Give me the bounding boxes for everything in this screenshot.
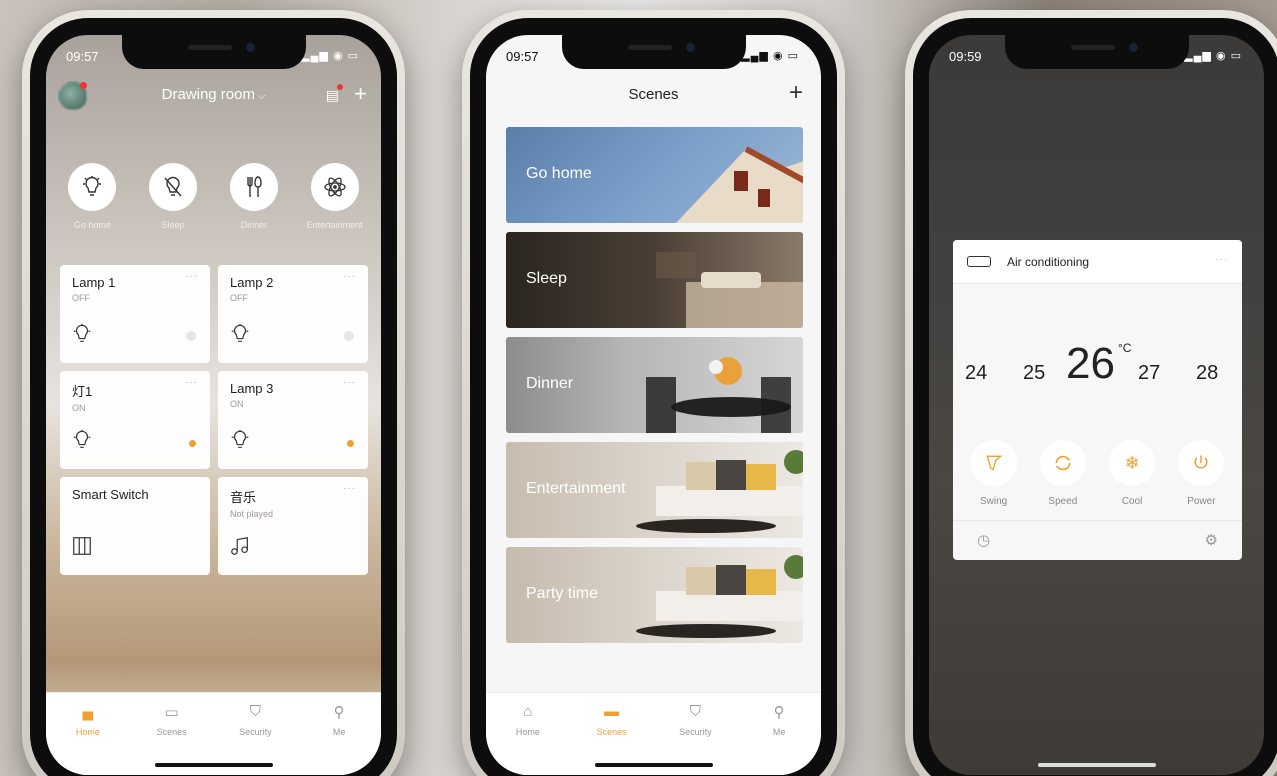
speed-icon (1039, 440, 1086, 486)
more-icon[interactable]: ··· (343, 271, 356, 282)
add-icon[interactable]: + (789, 79, 803, 107)
status-time: 09:59 (949, 49, 982, 64)
bulb-icon (229, 323, 251, 351)
tab-home[interactable]: ▄ Home (53, 703, 123, 775)
air-conditioner-icon (967, 256, 991, 267)
message-icon[interactable]: ▤ (326, 84, 343, 104)
more-icon[interactable]: ··· (185, 377, 198, 388)
ac-card-footer: ◷ ⚙ (953, 520, 1242, 560)
speed-button[interactable]: Speed (1033, 440, 1093, 507)
device-card-music[interactable]: 音乐 Not played ··· (218, 477, 368, 575)
swing-button[interactable]: Swing (964, 440, 1024, 507)
bulb-icon (71, 429, 93, 457)
snowflake-icon: ❄ (1109, 440, 1156, 486)
page-title: Scenes (628, 86, 679, 103)
shield-icon: ⛉ (249, 703, 261, 720)
atom-icon (310, 163, 359, 211)
device-grid: Lamp 1 OFF ··· Lamp 2 OFF ··· 灯1 ON ··· (60, 265, 368, 575)
person-icon: ⚲ (773, 704, 785, 721)
temp-option[interactable]: 28 (1196, 362, 1218, 385)
home-icon: ⌂ (523, 703, 533, 720)
more-icon[interactable]: ··· (343, 483, 356, 494)
ac-screen: 09:59 ▂▄▆ ◉ ▭ Air conditioning ··· 24 25… (929, 35, 1264, 775)
scenes-screen: 09:57 ▂▄▆ ◉ ▭ Scenes + Go home Sleep Din… (486, 35, 821, 775)
tab-me[interactable]: ⚲ Me (744, 703, 814, 775)
device-card-lamp-3[interactable]: Lamp 3 ON ··· (218, 371, 368, 469)
temp-current: 26 (1066, 339, 1115, 388)
bulb-icon (68, 163, 117, 211)
chevron-down-icon: ⌵ (255, 91, 266, 102)
scenes-icon: ▬ (604, 703, 620, 720)
power-indicator[interactable] (189, 440, 196, 447)
switch-panel-icon (71, 535, 93, 563)
more-icon[interactable]: ··· (1215, 254, 1228, 265)
scene-entertainment[interactable]: Entertainment (296, 163, 374, 230)
scene-go-home[interactable]: Go home (53, 163, 131, 230)
swing-icon (970, 440, 1017, 486)
clock-icon[interactable]: ◷ (977, 531, 990, 549)
device-name: Air conditioning (1007, 255, 1090, 269)
power-indicator[interactable] (347, 440, 354, 447)
device-card-smart-switch[interactable]: Smart Switch (60, 477, 210, 575)
temp-option[interactable]: 25 (1023, 362, 1045, 385)
home-screen: 09:57 ▂▄▆ ◉ ▭ Drawing room ⌵ ▤ + Go home (46, 35, 381, 775)
scene-sleep[interactable]: Sleep (134, 163, 212, 230)
scenes-icon: ▭ (164, 704, 179, 721)
scene-card-entertainment[interactable]: Entertainment (506, 442, 803, 538)
home-indicator[interactable] (1037, 763, 1156, 767)
scene-list: Go home Sleep Dinner Entertainment Party… (506, 127, 803, 652)
music-note-icon (229, 535, 251, 563)
scene-card-go-home[interactable]: Go home (506, 127, 803, 223)
home-header: Drawing room ⌵ ▤ + (46, 75, 381, 115)
phone-home: 09:57 ▂▄▆ ◉ ▭ Drawing room ⌵ ▤ + Go home (22, 10, 405, 776)
signal-icon: ▂▄▆ ◉ ▭ (1184, 50, 1242, 62)
person-icon: ⚲ (333, 704, 345, 721)
power-indicator[interactable] (186, 331, 196, 341)
bulb-icon (71, 323, 93, 351)
scene-shortcuts: Go home Sleep Dinner Entertainment (46, 163, 381, 230)
tab-me[interactable]: ⚲ Me (304, 703, 374, 775)
status-time: 09:57 (66, 49, 99, 64)
device-card-lamp-1[interactable]: Lamp 1 OFF ··· (60, 265, 210, 363)
power-indicator[interactable] (344, 331, 354, 341)
status-time: 09:57 (506, 49, 539, 64)
ac-controls: Swing Speed ❄ Cool Power (953, 440, 1242, 507)
device-card-light-1[interactable]: 灯1 ON ··· (60, 371, 210, 469)
tab-home[interactable]: ⌂ Home (493, 703, 563, 775)
phone-air-conditioning: 09:59 ▂▄▆ ◉ ▭ Air conditioning ··· 24 25… (905, 10, 1277, 776)
home-indicator[interactable] (594, 763, 713, 767)
temp-unit: °C (1118, 341, 1132, 355)
ac-card: Air conditioning ··· 24 25 26 °C 27 28 S… (953, 240, 1242, 560)
scene-card-sleep[interactable]: Sleep (506, 232, 803, 328)
scene-card-dinner[interactable]: Dinner (506, 337, 803, 433)
add-icon[interactable]: + (354, 81, 367, 107)
shield-icon: ⛉ (689, 703, 701, 720)
temp-option[interactable]: 27 (1138, 362, 1160, 385)
more-icon[interactable]: ··· (185, 271, 198, 282)
gear-icon[interactable]: ⚙ (1205, 531, 1218, 549)
temp-option[interactable]: 24 (965, 362, 987, 385)
temperature-picker[interactable]: 24 25 26 °C 27 28 (953, 335, 1242, 388)
scene-card-party-time[interactable]: Party time (506, 547, 803, 643)
power-button[interactable]: Power (1171, 440, 1231, 507)
bulb-icon (229, 429, 251, 457)
home-icon: ▄ (82, 703, 94, 720)
cool-button[interactable]: ❄ Cool (1102, 440, 1162, 507)
home-indicator[interactable] (154, 763, 273, 767)
bulb-off-icon (149, 163, 198, 211)
phone-scenes: 09:57 ▂▄▆ ◉ ▭ Scenes + Go home Sleep Din… (462, 10, 845, 776)
cutlery-icon (229, 163, 278, 211)
more-icon[interactable]: ··· (343, 377, 356, 388)
power-icon (1178, 440, 1225, 486)
ac-card-header: Air conditioning ··· (953, 240, 1242, 284)
signal-icon: ▂▄▆ ◉ ▭ (741, 50, 799, 62)
signal-icon: ▂▄▆ ◉ ▭ (301, 50, 359, 62)
scene-dinner[interactable]: Dinner (215, 163, 293, 230)
device-card-lamp-2[interactable]: Lamp 2 OFF ··· (218, 265, 368, 363)
